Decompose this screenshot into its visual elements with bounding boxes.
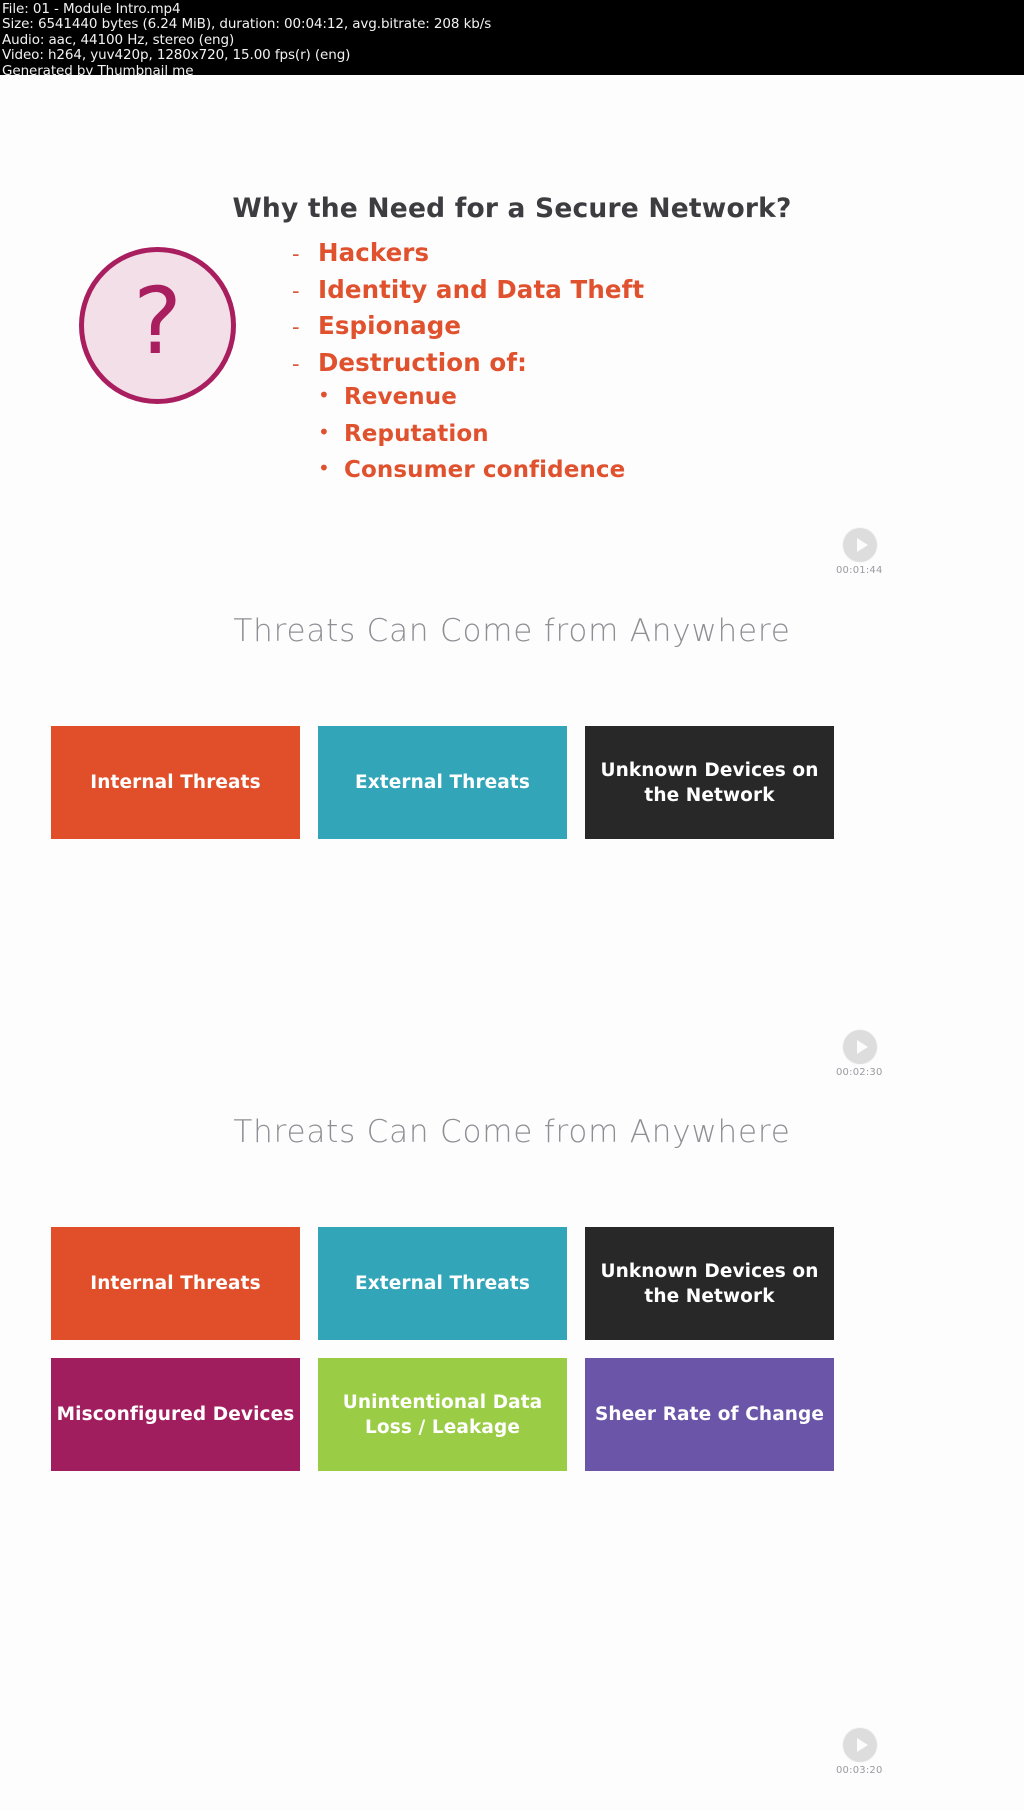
play-overlay-2[interactable]: 00:02:30	[836, 1029, 882, 1078]
slide-thumbnail-2[interactable]: Threats Can Come from Anywhere Internal …	[0, 578, 1024, 1079]
timestamp-label: 00:03:20	[836, 1765, 883, 1776]
slide-3-tile-grid: Internal Threats External Threats Unknow…	[51, 1227, 835, 1471]
threat-tile: Misconfigured Devices	[51, 1358, 300, 1471]
metadata-line-audio: Audio: aac, 44100 Hz, stereo (eng)	[2, 31, 235, 48]
thumbnail-sheet: File: 01 - Module Intro.mp4 Size: 654144…	[0, 0, 1024, 1811]
bullet-label: Identity and Data Theft	[318, 274, 645, 304]
play-triangle-icon	[856, 1040, 868, 1054]
threat-tile: External Threats	[318, 1227, 567, 1340]
threat-tile-label: Misconfigured Devices	[56, 1404, 295, 1425]
slide-1-title: Why the Need for a Secure Network?	[232, 193, 792, 224]
bullet-label: Revenue	[344, 384, 457, 410]
bullet-marker: •	[318, 456, 330, 480]
threat-tile: Internal Threats	[51, 1227, 300, 1340]
play-icon[interactable]	[842, 527, 878, 563]
bullet-item-sub: • Reputation	[292, 421, 892, 458]
slide-2-title: Threats Can Come from Anywhere	[233, 613, 791, 649]
slide-3-title: Threats Can Come from Anywhere	[233, 1114, 791, 1150]
threat-tile-label: Sheer Rate of Change	[594, 1404, 825, 1425]
threat-tile-label: External Threats	[355, 1273, 530, 1294]
bullet-marker: •	[318, 383, 330, 407]
slide-2-tile-grid: Internal Threats External Threats Unknow…	[51, 726, 835, 839]
threat-tile: Sheer Rate of Change	[585, 1358, 834, 1471]
threat-tile-label: Unknown Devices on the Network	[600, 759, 819, 806]
bullet-label: Consumer confidence	[344, 457, 626, 483]
bullet-marker: -	[292, 278, 300, 303]
bullet-item-sub: • Consumer confidence	[292, 457, 892, 494]
bullet-item: - Hackers	[292, 238, 892, 275]
bullet-item: - Identity and Data Theft	[292, 275, 892, 312]
bullet-item-sub: • Revenue	[292, 384, 892, 421]
slide-1-bullet-list: - Hackers - Identity and Data Theft - Es…	[292, 238, 892, 494]
bullet-label: Hackers	[318, 238, 430, 267]
bullet-marker: -	[292, 242, 300, 266]
bullet-item: - Espionage	[292, 311, 892, 348]
threat-tile-label: Unknown Devices on the Network	[600, 1260, 819, 1307]
metadata-line-size: Size: 6541440 bytes (6.24 MiB), duration…	[2, 16, 492, 33]
threat-tile-label: Unintentional Data Loss / Leakage	[342, 1391, 543, 1438]
timestamp-label: 00:01:44	[836, 565, 883, 576]
file-metadata-header: File: 01 - Module Intro.mp4 Size: 654144…	[0, 0, 1024, 79]
play-triangle-icon	[856, 1738, 868, 1752]
bullet-label: Espionage	[318, 311, 462, 340]
slide-thumbnail-1[interactable]: Why the Need for a Secure Network? ? - H…	[0, 75, 1024, 578]
question-mark-icon: ?	[79, 247, 236, 404]
play-triangle-icon	[856, 538, 868, 552]
threat-tile: Internal Threats	[51, 726, 300, 839]
slide-thumbnail-3[interactable]: Threats Can Come from Anywhere Internal …	[0, 1079, 1024, 1811]
question-mark-glyph: ?	[133, 267, 182, 375]
threat-tile: Unintentional Data Loss / Leakage	[318, 1358, 567, 1471]
bullet-marker: -	[292, 351, 300, 376]
bullet-item: - Destruction of:	[292, 348, 892, 385]
metadata-line-video: Video: h264, yuv420p, 1280x720, 15.00 fp…	[2, 47, 351, 64]
metadata-line-file: File: 01 - Module Intro.mp4	[2, 1, 181, 17]
timestamp-label: 00:02:30	[836, 1067, 883, 1078]
bullet-label: Reputation	[344, 420, 489, 447]
threat-tile-label: Internal Threats	[90, 1273, 261, 1294]
threat-tile-label: Internal Threats	[90, 772, 261, 793]
threat-tile: Unknown Devices on the Network	[585, 726, 834, 839]
bullet-marker: •	[318, 419, 330, 444]
threat-tile: External Threats	[318, 726, 567, 839]
play-overlay-3[interactable]: 00:03:20	[836, 1727, 882, 1776]
threat-tile-label: External Threats	[355, 772, 530, 793]
play-icon[interactable]	[842, 1029, 878, 1065]
bullet-label: Destruction of:	[318, 347, 527, 377]
play-icon[interactable]	[842, 1727, 878, 1763]
threat-tile: Unknown Devices on the Network	[585, 1227, 834, 1340]
bullet-marker: -	[292, 315, 300, 339]
play-overlay-1[interactable]: 00:01:44	[836, 527, 882, 576]
